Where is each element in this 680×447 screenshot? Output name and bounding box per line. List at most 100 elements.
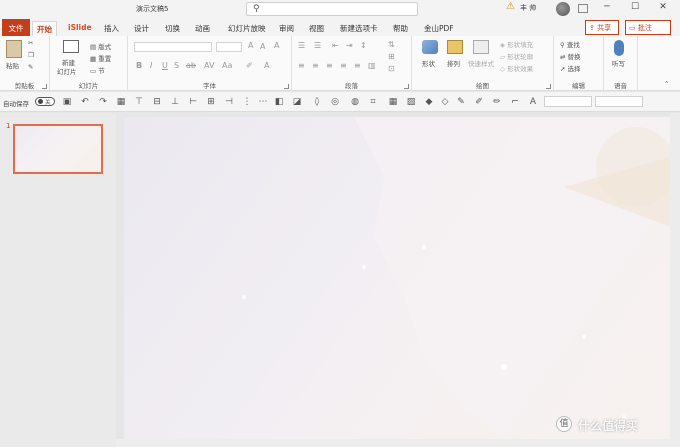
numbering-icon[interactable]: ☰ (314, 41, 321, 50)
autosave-toggle[interactable]: 关 (35, 97, 55, 106)
increase-indent-icon[interactable]: ⇥ (346, 41, 353, 50)
align-right-icon[interactable]: ≡ (326, 61, 333, 70)
distribute-h-icon[interactable]: ⋮ (242, 97, 252, 107)
slide-canvas[interactable] (124, 117, 671, 441)
table-icon[interactable]: ▦ (388, 97, 398, 107)
save-icon[interactable]: ▣ (62, 97, 72, 107)
highlight-icon[interactable]: ✐ (246, 61, 253, 70)
arrange-icon[interactable] (447, 40, 463, 54)
bold-icon[interactable]: B (136, 61, 142, 70)
dictate-button[interactable]: 听写 (612, 58, 625, 68)
arrange-button[interactable]: 排列 (447, 58, 460, 68)
format-painter-icon[interactable]: ✎ (28, 63, 33, 71)
select-button[interactable]: ➚ 选择 (560, 63, 581, 73)
grow-font-icon[interactable]: A (248, 41, 253, 50)
columns-icon[interactable]: ▥ (368, 61, 376, 70)
size-height-field[interactable] (544, 96, 592, 107)
tab-view[interactable]: 视图 (305, 21, 328, 36)
user-name[interactable]: 丰 帅 (520, 3, 536, 13)
quick-styles-icon[interactable] (473, 40, 489, 54)
shape-combine-icon[interactable]: ◎ (330, 97, 340, 107)
paragraph-launcher[interactable] (404, 84, 409, 89)
comment-button[interactable]: ▭ 批注 (625, 20, 671, 35)
undo-icon[interactable]: ↶ (80, 97, 90, 107)
present-icon[interactable]: ▦ (116, 97, 126, 107)
align-left-qat-icon[interactable]: ⊢ (188, 97, 198, 107)
char-spacing-icon[interactable]: AV (204, 61, 214, 70)
tag-icon[interactable]: ◊ (312, 97, 322, 107)
tab-slideshow[interactable]: 幻灯片放映 (224, 21, 270, 36)
change-case-icon[interactable]: Aa (222, 61, 232, 70)
shape-outline-button[interactable]: ▱ 形状轮廓 (500, 51, 533, 61)
font-family-select[interactable] (134, 42, 212, 52)
text-box-icon[interactable]: A (528, 97, 538, 107)
redo-icon[interactable]: ↷ (98, 97, 108, 107)
shrink-font-icon[interactable]: A (260, 42, 265, 51)
merge-icon[interactable]: ◍ (350, 97, 360, 107)
bring-front-icon[interactable]: ◪ (292, 97, 302, 107)
align-center-qat-icon[interactable]: ⊞ (206, 97, 216, 107)
new-slide-icon[interactable] (63, 40, 79, 53)
text-direction-icon[interactable]: ⇅ (388, 40, 395, 49)
picture-icon[interactable]: ▨ (406, 97, 416, 107)
smartart-icon[interactable]: ⊡ (388, 64, 395, 73)
bullets-icon[interactable]: ☰ (298, 41, 305, 50)
decrease-indent-icon[interactable]: ⇤ (332, 41, 339, 50)
shape-effects-button[interactable]: ◇ 形状效果 (500, 63, 533, 73)
warning-icon[interactable]: ⚠ (506, 1, 515, 12)
quick-styles-button[interactable]: 快速样式 (468, 58, 494, 68)
distribute-icon[interactable]: ≡ (354, 61, 361, 70)
align-middle-icon[interactable]: ⊟ (152, 97, 162, 107)
tab-kingsoft-pdf[interactable]: 金山PDF (420, 21, 458, 36)
tab-home[interactable]: 开始 (32, 21, 57, 36)
share-button[interactable]: ⇪ 共享 (585, 20, 619, 35)
copy-icon[interactable]: ❐ (28, 51, 34, 59)
align-center-icon[interactable]: ≡ (312, 61, 319, 70)
distribute-v-icon[interactable]: ⋯ (258, 97, 268, 107)
align-top-icon[interactable]: ⊤ (134, 97, 144, 107)
size-width-field[interactable] (595, 96, 643, 107)
search-input[interactable]: ⚲ (246, 2, 418, 16)
horizontal-scrollbar[interactable] (116, 439, 680, 447)
paste-icon[interactable] (6, 40, 22, 58)
avatar[interactable] (556, 2, 570, 16)
align-left-icon[interactable]: ≡ (298, 61, 305, 70)
shapes-button[interactable]: 形状 (422, 58, 435, 68)
tab-animations[interactable]: 动画 (191, 21, 214, 36)
cut-icon[interactable]: ✂ (28, 39, 33, 47)
microphone-icon[interactable] (614, 40, 624, 56)
clipboard-launcher[interactable] (42, 84, 47, 89)
section-button[interactable]: ▭ 节 (90, 65, 105, 75)
tab-new[interactable]: 新建选项卡 (336, 21, 382, 36)
vertical-scrollbar[interactable] (670, 113, 680, 447)
shapes-icon[interactable] (422, 40, 438, 54)
drawing-launcher[interactable] (546, 84, 551, 89)
underline-icon[interactable]: U (162, 61, 168, 70)
align-bottom-icon[interactable]: ⊥ (170, 97, 180, 107)
minimize-icon[interactable]: ─ (600, 2, 614, 16)
font-launcher[interactable] (284, 84, 289, 89)
shadow-icon[interactable]: S (174, 61, 179, 70)
tab-file[interactable]: 文件 (2, 19, 30, 36)
find-button[interactable]: ⚲ 查找 (560, 39, 580, 49)
replace-button[interactable]: ⇄ 替换 (560, 51, 581, 61)
shape-fill-button[interactable]: ◈ 形状填充 (500, 39, 533, 49)
slide-thumbnail[interactable] (13, 124, 103, 174)
pencil-icon[interactable]: ✏ (492, 97, 502, 107)
clear-format-icon[interactable]: A (274, 41, 279, 50)
tab-review[interactable]: 审阅 (275, 21, 298, 36)
fill-icon[interactable]: ◆ (424, 97, 434, 107)
layout-button[interactable]: ▤ 版式 (90, 41, 111, 51)
font-color-icon[interactable]: A (264, 61, 269, 70)
tab-insert[interactable]: 插入 (100, 21, 123, 36)
align-text-icon[interactable]: ⊞ (388, 52, 395, 61)
tab-design[interactable]: 设计 (130, 21, 153, 36)
tab-transitions[interactable]: 切换 (161, 21, 184, 36)
tab-islide[interactable]: iSlide (64, 21, 96, 36)
font-size-select[interactable] (216, 42, 242, 52)
line-spacing-icon[interactable]: ↕ (360, 41, 367, 50)
reset-button[interactable]: ▦ 重置 (90, 53, 111, 63)
collapse-ribbon-icon[interactable]: ⌃ (664, 80, 669, 88)
maximize-icon[interactable]: ☐ (628, 2, 642, 16)
close-icon[interactable]: ✕ (656, 2, 670, 16)
